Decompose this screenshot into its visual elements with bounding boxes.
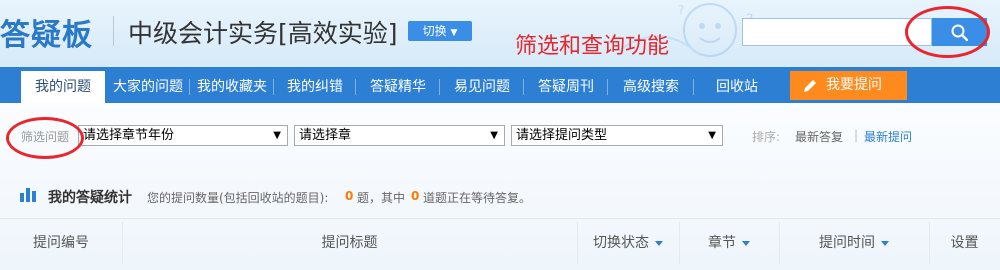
nav-item-label: 高级搜索 [623,79,679,95]
caret-down-icon [742,240,750,246]
site-logo[interactable]: 答疑板 [0,10,93,54]
search-button[interactable] [932,18,987,46]
column-label: 设置 [950,235,979,251]
bar-chart-icon [20,188,36,202]
course-title: 中级会计实务[高效实验] [128,19,398,48]
switch-course-label: 切换 [422,24,447,38]
page: ? ? 答疑板 中级会计实务[高效实验] 切换 ▼ 筛选和查询功能 我的问题 大… [0,0,1000,270]
nav-item-highlights[interactable]: 答疑精华 [356,71,440,103]
nav-item-label: 我的纠错 [287,79,343,95]
nav-item-label: 大家的问题 [113,79,183,95]
nav-item-label: 我的收藏夹 [197,79,267,95]
waiting-count: 0 [411,189,420,203]
column-header-time[interactable]: 提问时间 [779,218,929,268]
sort-separator: | [854,128,859,142]
select-value: 请选择章 [299,128,352,143]
search-icon [951,24,968,41]
column-label: 章节 [708,235,736,251]
column-header-settings: 设置 [929,218,1000,268]
filter-label: 筛选问题 [21,130,70,144]
svg-text:?: ? [678,3,684,17]
caret-down-icon: ▼ [450,28,458,38]
select-value: 请选择提问类型 [516,128,608,143]
sort-label: 排序: [752,130,781,144]
select-value: 请选择章节年份 [83,128,175,143]
nav-item-corrections[interactable]: 我的纠错 [274,71,356,103]
stats-desc-prefix: 您的提问数量(包括回收站的题目): [147,191,329,205]
column-label: 提问时间 [819,235,875,251]
question-count: 0 [345,189,354,203]
chapter-select[interactable]: 请选择章 ▼ [294,125,505,146]
column-header-title: 提问标题 [122,218,577,268]
sort-latest-reply[interactable]: 最新答复 [795,128,843,145]
ask-question-button[interactable]: 我要提问 [790,71,907,100]
stats-desc-middle: 题，其中 [357,191,406,205]
nav-item-label: 回收站 [716,79,758,95]
dropdown-arrow-icon: ▼ [708,130,716,141]
column-label: 切换状态 [593,235,649,251]
switch-course-button[interactable]: 切换 ▼ [408,21,472,41]
search-input[interactable] [742,18,932,46]
column-header-id: 提问编号 [0,218,122,268]
nav-item-my-questions[interactable]: 我的问题 [21,71,105,103]
nav-item-advanced-search[interactable]: 高级搜索 [608,71,694,103]
year-chapter-select[interactable]: 请选择章节年份 ▼ [78,125,288,146]
dropdown-arrow-icon: ▼ [490,130,498,141]
stats-desc-suffix: 道题正在等待答复。 [423,191,532,205]
question-type-select[interactable]: 请选择提问类型 ▼ [511,125,723,146]
dropdown-arrow-icon: ▼ [273,130,281,141]
header: ? ? 答疑板 中级会计实务[高效实验] 切换 ▼ 筛选和查询功能 [0,0,1000,67]
nav-item-common-questions[interactable]: 易见问题 [440,71,524,103]
nav-item-everyone-questions[interactable]: 大家的问题 [106,71,190,103]
search-annotation: 筛选和查询功能 [515,34,670,59]
nav-item-favorites[interactable]: 我的收藏夹 [190,71,274,103]
logo-divider [113,16,114,46]
column-header-status[interactable]: 切换状态 [577,218,679,268]
caret-down-icon [655,240,663,246]
nav-item-weekly[interactable]: 答疑周刊 [524,71,608,103]
nav-item-label: 我的问题 [35,79,91,95]
stats-title: 我的答疑统计 [48,190,132,206]
caret-down-icon [881,240,889,246]
column-label: 提问标题 [321,235,378,251]
nav-item-label: 答疑周刊 [538,79,594,95]
pencil-icon [804,80,816,92]
nav-item-label: 答疑精华 [370,79,426,95]
sort-latest-question[interactable]: 最新提问 [864,128,912,145]
column-label: 提问编号 [33,235,89,251]
ask-question-label: 我要提问 [826,77,882,93]
nav-item-label: 易见问题 [454,79,510,95]
nav-item-recycle-bin[interactable]: 回收站 [694,71,780,103]
column-header-chapter[interactable]: 章节 [679,218,779,268]
